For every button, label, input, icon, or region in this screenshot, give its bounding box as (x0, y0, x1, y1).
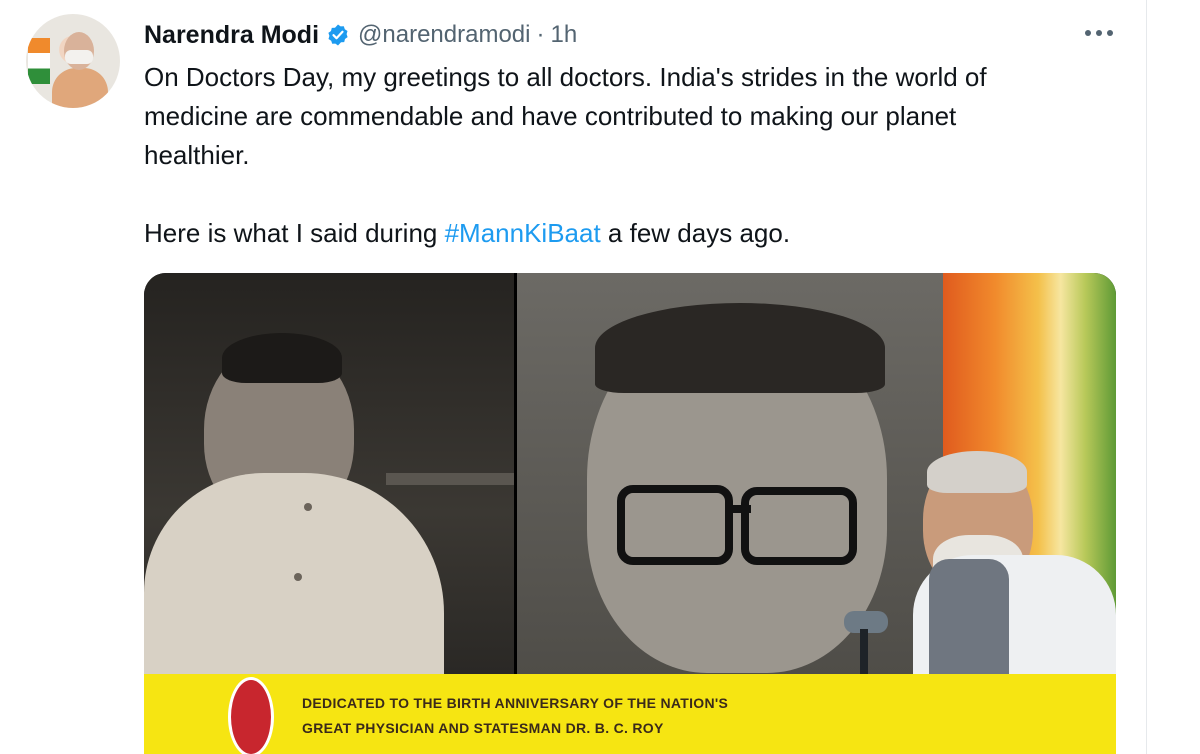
tweet-header: Narendra Modi @narendramodi · 1h (144, 18, 577, 52)
column-divider (1146, 0, 1147, 754)
author-handle[interactable]: @narendramodi (358, 21, 530, 49)
tweet-media[interactable]: DEDICATED TO THE BIRTH ANNIVERSARY OF TH… (144, 273, 1116, 754)
banner-caption-line: DEDICATED TO THE BIRTH ANNIVERSARY OF TH… (302, 695, 729, 711)
tweet-text-line: healthier. (144, 140, 250, 170)
more-options-icon[interactable] (1082, 18, 1116, 48)
tweet-text-fragment: a few days ago. (600, 218, 791, 248)
avatar[interactable] (26, 14, 120, 108)
tweet-timestamp[interactable]: 1h (550, 21, 577, 49)
avatar-flag (28, 38, 50, 84)
tweet-text-line: medicine are commendable and have contri… (144, 101, 957, 131)
portrait-photo-left (144, 273, 514, 674)
author-name[interactable]: Narendra Modi (144, 21, 319, 50)
avatar-mask (65, 50, 93, 64)
banner-caption-line: GREAT PHYSICIAN AND STATESMAN DR. B. C. … (302, 720, 664, 736)
program-logo-icon (228, 677, 274, 754)
meta-separator: · (536, 21, 545, 48)
tweet-text-line: Here is what I said during #MannKiBaat a… (144, 214, 1104, 253)
verified-badge-icon (326, 23, 350, 47)
tweet-text-line: On Doctors Day, my greetings to all doct… (144, 62, 987, 92)
tweet-text-fragment: Here is what I said during (144, 218, 445, 248)
avatar-body (52, 68, 108, 108)
banner-caption: DEDICATED TO THE BIRTH ANNIVERSARY OF TH… (302, 691, 862, 741)
tweet-text: On Doctors Day, my greetings to all doct… (144, 58, 1104, 253)
hashtag-link[interactable]: #MannKiBaat (445, 218, 601, 248)
